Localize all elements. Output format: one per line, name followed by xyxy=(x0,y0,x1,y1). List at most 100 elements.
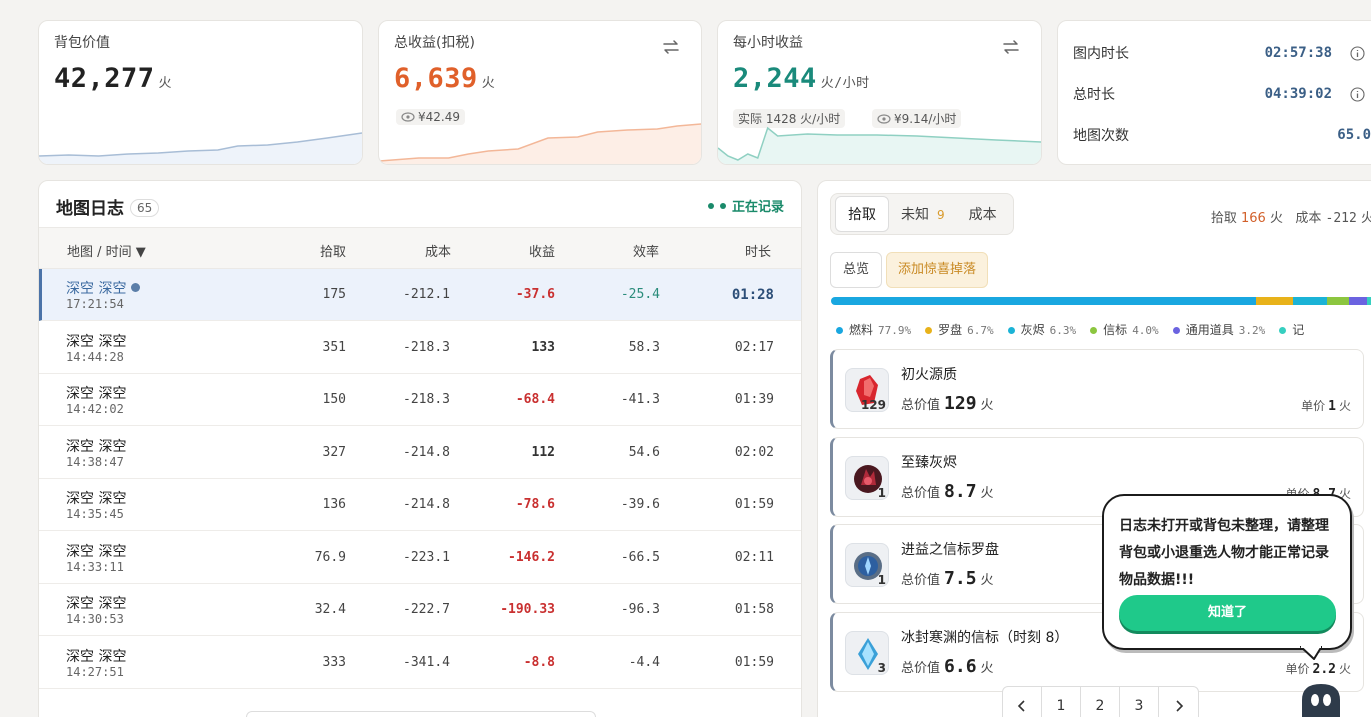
ghost-mascot-icon[interactable] xyxy=(1296,680,1346,717)
hourly-profit-value: 2,244 火/小时 xyxy=(733,63,870,94)
page-button[interactable]: 3 xyxy=(1120,687,1159,717)
hourly-profit-label: 每小时收益 xyxy=(733,35,803,51)
row-cost: -214.8 xyxy=(403,444,450,460)
row-profit: 133 xyxy=(531,339,555,355)
item-name: 初火源质 xyxy=(901,367,957,383)
total-profit-value: 6,639 火 xyxy=(394,63,496,94)
recording-status: 正在记录 xyxy=(707,196,784,215)
item-name: 进益之信标罗盘 xyxy=(901,542,999,558)
bag-value-sparkline xyxy=(39,132,362,164)
row-time: 14:35:45 xyxy=(66,507,124,521)
info-icon[interactable] xyxy=(1350,45,1365,61)
row-map-name: 深空 深空 xyxy=(66,543,127,560)
table-header: 地图 / 时间 ▼ 拾取 成本 收益 效率 时长 xyxy=(39,227,801,269)
acknowledge-button[interactable]: 知道了 xyxy=(1119,595,1336,631)
log-pagination[interactable] xyxy=(246,711,596,717)
red-crystal-icon: 129 xyxy=(845,368,889,412)
next-page-button[interactable] xyxy=(1159,687,1198,717)
row-map-name: 深空 深空 xyxy=(66,596,127,612)
legend-item[interactable]: 信标 4.0% xyxy=(1090,321,1159,338)
col-eff: 效率 xyxy=(633,245,660,260)
row-cost: -341.4 xyxy=(403,654,450,670)
page-button[interactable]: 2 xyxy=(1081,687,1120,717)
item-total-value: 总价值 7.5 火 xyxy=(901,568,994,589)
row-profit: -8.8 xyxy=(523,654,555,670)
overview-button[interactable]: 总览 xyxy=(830,252,883,288)
row-dur: 02:17 xyxy=(734,339,774,355)
item-name: 至臻灰烬 xyxy=(901,455,957,471)
row-pickup: 333 xyxy=(322,654,346,670)
legend-item[interactable]: 罗盘 6.7% xyxy=(925,321,994,338)
row-eff: -39.6 xyxy=(620,497,660,512)
row-eff: -41.3 xyxy=(620,392,660,407)
warning-popup: 日志未打开或背包未整理，请整理背包或小退重选人物才能正常记录物品数据!!! 知道… xyxy=(1102,494,1352,650)
row-profit: -78.6 xyxy=(515,497,555,512)
hourly-profit-card: 每小时收益 2,244 火/小时 实际 1428 火/小时 ¥9.14/小时 xyxy=(717,20,1042,165)
legend-item[interactable]: 通用道具 3.2% xyxy=(1172,321,1265,338)
row-time: 17:21:54 xyxy=(66,297,124,311)
category-legend: 燃料 77.9% 罗盘 6.7% 灰烬 6.3% 信标 4.0% 通用道具 3.2% 记 xyxy=(836,321,1309,338)
drop-item-card[interactable]: 129 初火源质 总价值 129 火 单价 1 火 xyxy=(830,349,1364,429)
col-map[interactable]: 地图 / 时间 ▼ xyxy=(67,241,146,260)
category-segment xyxy=(1366,297,1371,305)
row-eff: -25.4 xyxy=(620,287,660,302)
total-profit-sparkline xyxy=(379,123,701,164)
row-dur: 01:59 xyxy=(734,654,774,670)
timing-row: 地图次数 65.0 xyxy=(1073,127,1371,144)
drops-pagination: 1 2 3 xyxy=(1002,686,1199,717)
table-row[interactable]: 深空 深空 14:30:53 32.4 -222.7 -190.33 -96.3 01:58 xyxy=(39,584,801,636)
category-segment xyxy=(1349,297,1367,305)
row-profit: -37.6 xyxy=(515,287,555,302)
ice-beacon-icon: 3 xyxy=(845,631,889,675)
category-segment xyxy=(1327,297,1350,305)
col-dur: 时长 xyxy=(745,245,772,260)
row-profit: -146.2 xyxy=(508,549,555,565)
map-log-title: 地图日志 65 xyxy=(56,194,160,219)
swap-icon[interactable] xyxy=(1001,38,1021,56)
row-dur: 01:59 xyxy=(734,497,774,512)
page-button[interactable]: 1 xyxy=(1042,687,1081,717)
tab-pickup[interactable]: 拾取 xyxy=(835,196,889,232)
prev-page-button[interactable] xyxy=(1003,687,1042,717)
row-profit: -190.33 xyxy=(500,602,555,617)
legend-item[interactable]: 燃料 77.9% xyxy=(836,321,911,338)
info-icon[interactable] xyxy=(1350,86,1365,102)
row-time: 14:27:51 xyxy=(66,664,124,679)
total-profit-card: 总收益(扣税) 6,639 火 ¥42.49 xyxy=(378,20,702,165)
row-eff: -4.4 xyxy=(628,654,660,670)
row-profit: 112 xyxy=(531,444,555,460)
item-name: 冰封寒渊的信标（时刻 8） xyxy=(901,630,1069,646)
row-eff: 54.6 xyxy=(628,444,660,460)
row-time: 14:42:02 xyxy=(66,402,124,416)
table-row[interactable]: 深空 深空 14:42:02 150 -218.3 -68.4 -41.3 01:39 xyxy=(39,374,801,426)
table-row[interactable]: 深空 深空 14:44:28 351 -218.3 133 58.3 02:17 xyxy=(39,322,801,374)
row-dur: 01:58 xyxy=(734,602,774,617)
row-time: 14:38:47 xyxy=(66,454,124,469)
row-cost: -218.3 xyxy=(403,339,450,355)
bag-value: 42,277 火 xyxy=(54,63,173,94)
tab-unknown[interactable]: 未知 9 xyxy=(889,197,957,231)
drops-tabs: 拾取 未知 9 成本 xyxy=(830,193,1014,235)
col-profit: 收益 xyxy=(529,245,556,260)
item-unit-price: 单价 1 火 xyxy=(1301,399,1351,414)
table-row[interactable]: 深空 深空 14:35:45 136 -214.8 -78.6 -39.6 01:59 xyxy=(39,479,801,531)
row-pickup: 76.9 xyxy=(314,549,346,565)
table-row[interactable]: 深空 深空 14:27:51 333 -341.4 -8.8 -4.4 01:59 xyxy=(39,637,801,689)
row-map-name: 深空 深空 xyxy=(66,278,141,298)
table-row[interactable]: 深空 深空 17:21:54 175 -212.1 -37.6 -25.4 01:28 xyxy=(39,269,801,321)
row-pickup: 351 xyxy=(322,339,346,355)
timing-card: 图内时长 02:57:38 总时长 04:39:02 地图次数 65.0 xyxy=(1057,20,1371,165)
item-quantity: 129 xyxy=(860,398,886,412)
tab-cost[interactable]: 成本 xyxy=(957,197,1009,231)
table-row[interactable]: 深空 深空 14:33:11 76.9 -223.1 -146.2 -66.5 02:11 xyxy=(39,532,801,584)
table-row[interactable]: 深空 深空 14:38:47 327 -214.8 112 54.6 02:02 xyxy=(39,427,801,479)
category-segment xyxy=(1256,297,1293,305)
map-log-count: 65 xyxy=(130,199,160,217)
category-bar xyxy=(831,297,1371,305)
row-eff: -96.3 xyxy=(620,602,660,617)
row-pickup: 175 xyxy=(322,287,346,302)
legend-item[interactable]: 灰烬 6.3% xyxy=(1007,321,1076,338)
add-surprise-drop-button[interactable]: 添加惊喜掉落 xyxy=(886,252,989,288)
swap-icon[interactable] xyxy=(661,38,681,56)
legend-item[interactable]: 记 xyxy=(1279,321,1309,338)
